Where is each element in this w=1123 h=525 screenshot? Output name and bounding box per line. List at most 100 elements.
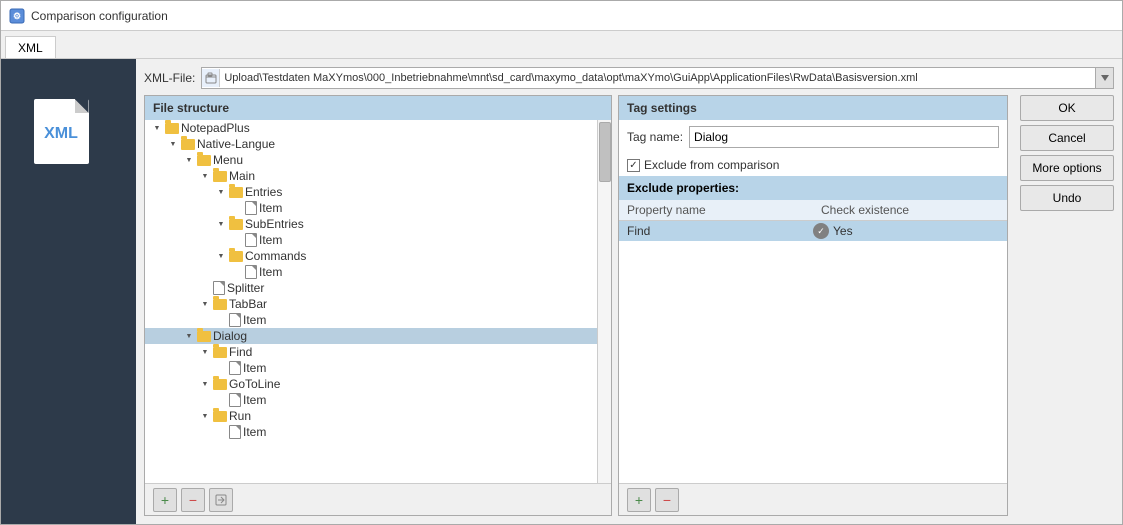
col-check-existence: Check existence bbox=[813, 200, 1007, 220]
left-sidebar: XML bbox=[1, 59, 136, 524]
exclude-props-section: Exclude properties: Property name Check … bbox=[619, 176, 1007, 515]
export-button[interactable] bbox=[209, 488, 233, 512]
xml-file-value: Upload\Testdaten MaXYmos\000_Inbetriebna… bbox=[220, 72, 1095, 84]
tree-item-commands-item[interactable]: Item bbox=[145, 264, 597, 280]
folder-icon bbox=[213, 379, 227, 390]
toggle-run[interactable] bbox=[199, 410, 211, 422]
exclude-props-body: Property name Check existence Find Yes bbox=[619, 200, 1007, 483]
tree-scrollbar[interactable] bbox=[597, 120, 611, 483]
file-icon bbox=[245, 265, 257, 279]
exclude-props-header: Exclude properties: bbox=[619, 176, 1007, 200]
tree-item-tabbar[interactable]: TabBar bbox=[145, 296, 597, 312]
tree-item-run-item[interactable]: Item bbox=[145, 424, 597, 440]
remove-item-button[interactable]: − bbox=[181, 488, 205, 512]
tree-scroll[interactable]: NotepadPlus Native-Langue bbox=[145, 120, 597, 483]
tree-item-gotoline-item[interactable]: Item bbox=[145, 392, 597, 408]
exclude-label: Exclude from comparison bbox=[644, 158, 779, 172]
folder-icon bbox=[213, 171, 227, 182]
tree-label-entries: Entries bbox=[245, 185, 282, 199]
props-table-header: Property name Check existence bbox=[619, 200, 1007, 221]
props-row-find[interactable]: Find Yes bbox=[619, 221, 1007, 241]
tree-label-main: Main bbox=[229, 169, 255, 183]
tree-item-dialog[interactable]: Dialog bbox=[145, 328, 597, 344]
folder-icon bbox=[229, 187, 243, 198]
toggle-find[interactable] bbox=[199, 346, 211, 358]
remove-prop-button[interactable]: − bbox=[655, 488, 679, 512]
tree-label-run: Run bbox=[229, 409, 251, 423]
xml-file-label: XML-File: bbox=[144, 71, 195, 85]
more-options-button[interactable]: More options bbox=[1020, 155, 1114, 181]
folder-icon bbox=[197, 331, 211, 342]
tree-item-find-item[interactable]: Item bbox=[145, 360, 597, 376]
tab-bar: XML bbox=[1, 31, 1122, 59]
tree-item-subentries-item[interactable]: Item bbox=[145, 232, 597, 248]
tree-item-splitter[interactable]: Splitter bbox=[145, 280, 597, 296]
tree-item-run[interactable]: Run bbox=[145, 408, 597, 424]
tree-label-commands: Commands bbox=[245, 249, 306, 263]
xml-file-dropdown[interactable] bbox=[1095, 67, 1113, 89]
tree-item-native-langue[interactable]: Native-Langue bbox=[145, 136, 597, 152]
toggle-native-langue[interactable] bbox=[167, 138, 179, 150]
tree-label-tabbar: TabBar bbox=[229, 297, 267, 311]
tree-label-splitter: Splitter bbox=[227, 281, 264, 295]
app-icon: ⚙ bbox=[9, 8, 25, 24]
col-property-name: Property name bbox=[619, 200, 813, 220]
tree-item-commands[interactable]: Commands bbox=[145, 248, 597, 264]
tree-item-entries-item[interactable]: Item bbox=[145, 200, 597, 216]
props-toolbar: + − bbox=[619, 483, 1007, 515]
file-icon bbox=[213, 281, 225, 295]
tree-item-main[interactable]: Main bbox=[145, 168, 597, 184]
tree-item-entries[interactable]: Entries bbox=[145, 184, 597, 200]
toggle-main[interactable] bbox=[199, 170, 211, 182]
tree-label-entries-item: Item bbox=[259, 201, 282, 215]
add-prop-button[interactable]: + bbox=[627, 488, 651, 512]
scrollbar-thumb[interactable] bbox=[599, 122, 611, 182]
toggle-menu[interactable] bbox=[183, 154, 195, 166]
tag-name-label: Tag name: bbox=[627, 130, 683, 144]
tree-label-gotoline-item: Item bbox=[243, 393, 266, 407]
tag-settings-header: Tag settings bbox=[619, 96, 1007, 120]
toggle-gotoline[interactable] bbox=[199, 378, 211, 390]
xml-text-label: XML bbox=[44, 125, 78, 143]
file-icon bbox=[229, 393, 241, 407]
tree-item-tabbar-item[interactable]: Item bbox=[145, 312, 597, 328]
toggle-tabbar[interactable] bbox=[199, 298, 211, 310]
tree-label-gotoline: GoToLine bbox=[229, 377, 280, 391]
tree-item-menu[interactable]: Menu bbox=[145, 152, 597, 168]
tree-label-commands-item: Item bbox=[259, 265, 282, 279]
folder-icon bbox=[213, 411, 227, 422]
tree-label-native-langue: Native-Langue bbox=[197, 137, 275, 151]
ok-button[interactable]: OK bbox=[1020, 95, 1114, 121]
file-icon bbox=[245, 233, 257, 247]
title-bar: ⚙ Comparison configuration bbox=[1, 1, 1122, 31]
tree-label-notepadplus: NotepadPlus bbox=[181, 121, 250, 135]
xml-paper-icon: XML bbox=[34, 99, 89, 164]
tree-label-menu: Menu bbox=[213, 153, 243, 167]
tab-xml[interactable]: XML bbox=[5, 36, 56, 58]
exclude-checkbox[interactable] bbox=[627, 159, 640, 172]
right-buttons: OK Cancel More options Undo bbox=[1014, 95, 1114, 516]
toggle-commands[interactable] bbox=[215, 250, 227, 262]
tag-settings-panel: Tag settings Tag name: Exclude from comp… bbox=[618, 95, 1008, 516]
toggle-entries[interactable] bbox=[215, 186, 227, 198]
toggle-notepadplus[interactable] bbox=[151, 122, 163, 134]
tree-label-run-item: Item bbox=[243, 425, 266, 439]
tree-item-gotoline[interactable]: GoToLine bbox=[145, 376, 597, 392]
cancel-button[interactable]: Cancel bbox=[1020, 125, 1114, 151]
main-window: ⚙ Comparison configuration XML XML XML-F… bbox=[0, 0, 1123, 525]
tree-item-subentries[interactable]: SubEntries bbox=[145, 216, 597, 232]
tree-label-subentries-item: Item bbox=[259, 233, 282, 247]
tree-label-tabbar-item: Item bbox=[243, 313, 266, 327]
tree-label-find-item: Item bbox=[243, 361, 266, 375]
undo-button[interactable]: Undo bbox=[1020, 185, 1114, 211]
tree-item-notepadplus[interactable]: NotepadPlus bbox=[145, 120, 597, 136]
add-item-button[interactable]: + bbox=[153, 488, 177, 512]
folder-icon bbox=[229, 219, 243, 230]
folder-icon bbox=[229, 251, 243, 262]
tree-item-find[interactable]: Find bbox=[145, 344, 597, 360]
toggle-dialog[interactable] bbox=[183, 330, 195, 342]
tag-name-input[interactable] bbox=[689, 126, 999, 148]
folder-icon bbox=[213, 299, 227, 310]
file-structure-body: NotepadPlus Native-Langue bbox=[145, 120, 611, 483]
toggle-subentries[interactable] bbox=[215, 218, 227, 230]
